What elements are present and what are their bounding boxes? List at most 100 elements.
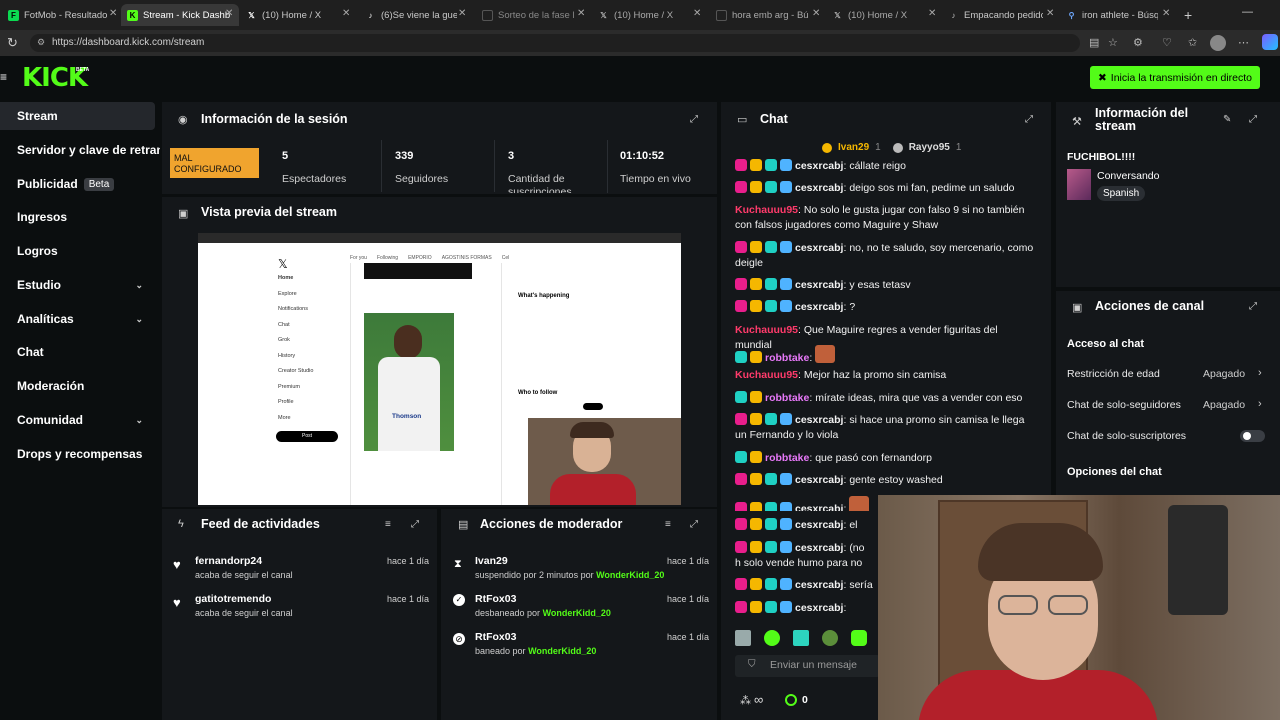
edit-icon[interactable]: ✎ bbox=[1223, 114, 1231, 125]
emote-icon[interactable] bbox=[793, 630, 809, 646]
close-icon[interactable]: ✕ bbox=[1162, 8, 1170, 19]
browser-tab[interactable]: 𝕏 (10) Home / X bbox=[246, 4, 346, 26]
filter-icon[interactable]: ≡ bbox=[385, 519, 391, 530]
activity-time: hace 1 día bbox=[387, 556, 430, 566]
category-thumbnail[interactable] bbox=[1067, 169, 1091, 200]
chat-username[interactable]: cesxrcabj bbox=[795, 474, 843, 486]
browser-tab[interactable]: 𝕏 (10) Home / X bbox=[832, 4, 924, 26]
chat-username[interactable]: cesxrcabj bbox=[795, 503, 843, 511]
reader-icon[interactable]: ▤ bbox=[1089, 36, 1099, 49]
sidebar-item-ads[interactable]: Publicidad Beta bbox=[0, 170, 155, 198]
chat-username[interactable]: cesxrcabj bbox=[795, 279, 843, 291]
close-icon[interactable]: ✕ bbox=[1046, 8, 1054, 19]
moderator-badge-icon bbox=[735, 541, 747, 553]
mod-target-user[interactable]: RtFox03 bbox=[475, 593, 516, 605]
setting-value[interactable]: Apagado bbox=[1203, 368, 1245, 380]
sidebar-item-community[interactable]: Comunidad ⌄ bbox=[0, 406, 155, 434]
minimize-icon[interactable]: — bbox=[1242, 6, 1253, 18]
chat-username[interactable]: Kuchauuu95 bbox=[735, 369, 798, 381]
emote-icon[interactable] bbox=[851, 630, 867, 646]
close-icon[interactable]: ✕ bbox=[458, 8, 466, 19]
url-input[interactable]: https://dashboard.kick.com/stream bbox=[30, 34, 1080, 52]
favorites-icon[interactable]: ✩ bbox=[1188, 36, 1197, 49]
moderator-badge-icon bbox=[735, 159, 747, 171]
sidebar-item-analytics[interactable]: Analíticas ⌄ bbox=[0, 305, 155, 333]
browser-tab[interactable]: hora emb arg - Búsq bbox=[716, 4, 808, 26]
browser-tab[interactable]: ♪(6)Se viene la guerra bbox=[365, 4, 458, 26]
chat-username[interactable]: robbtake bbox=[765, 352, 809, 364]
new-tab-icon[interactable]: + bbox=[1184, 7, 1192, 23]
browser-tab-active[interactable]: K Stream - Kick Dashb bbox=[121, 4, 239, 26]
close-icon[interactable]: ✕ bbox=[342, 8, 350, 19]
chat-username[interactable]: cesxrcabj bbox=[795, 301, 843, 313]
stream-preview-video[interactable]: 𝕏 Home Explore Notifications Chat Grok H… bbox=[198, 233, 681, 505]
emote-icon[interactable] bbox=[764, 630, 780, 646]
verified-badge-icon bbox=[780, 278, 792, 290]
sidebar-item-moderation[interactable]: Moderación bbox=[0, 372, 155, 400]
expand-icon[interactable]: ⤢ bbox=[690, 519, 698, 530]
chat-username[interactable]: cesxrcabj bbox=[795, 242, 843, 254]
users-icon[interactable]: ⁂ bbox=[740, 694, 751, 707]
activity-user[interactable]: fernandorp24 bbox=[195, 555, 262, 567]
expand-icon[interactable]: ⤢ bbox=[1249, 301, 1257, 312]
more-icon[interactable]: ⋯ bbox=[1238, 36, 1249, 49]
setting-value[interactable]: Apagado bbox=[1203, 399, 1245, 411]
expand-icon[interactable]: ⤢ bbox=[1025, 114, 1033, 125]
browser-tab[interactable]: ⚲ iron athlete - Búsqu bbox=[1066, 4, 1158, 26]
browser-tab[interactable]: Sorteo de la fase lig bbox=[482, 4, 574, 26]
sidebar-item-chat[interactable]: Chat bbox=[0, 338, 155, 366]
sidebar-item-drops[interactable]: Drops y recompensas bbox=[0, 440, 160, 468]
close-icon[interactable]: ✕ bbox=[577, 8, 585, 19]
mod-target-user[interactable]: Ivan29 bbox=[475, 555, 508, 567]
expand-icon[interactable]: ⤢ bbox=[411, 519, 419, 530]
mod-target-user[interactable]: RtFox03 bbox=[475, 631, 516, 643]
expand-icon[interactable]: ⤢ bbox=[1249, 114, 1257, 125]
sidebar-item-stream[interactable]: Stream bbox=[0, 102, 155, 130]
chat-username[interactable]: cesxrcabj bbox=[795, 542, 843, 554]
collections-icon[interactable]: ♡ bbox=[1162, 36, 1172, 49]
browser-tab[interactable]: 𝕏 (10) Home / X bbox=[598, 4, 698, 26]
sidebar-item-revenue[interactable]: Ingresos bbox=[0, 203, 155, 231]
close-icon[interactable]: ✕ bbox=[109, 8, 117, 19]
browser-tab[interactable]: F FotMob - Resultado bbox=[8, 4, 120, 26]
sidebar-item-achievements[interactable]: Logros bbox=[0, 237, 155, 265]
activity-user[interactable]: gatitotremendo bbox=[195, 593, 271, 605]
chat-username[interactable]: cesxrcabj bbox=[795, 519, 843, 531]
mod-actions-title: Acciones de moderador bbox=[480, 517, 623, 531]
emote-icon[interactable] bbox=[822, 630, 838, 646]
close-icon[interactable]: ✕ bbox=[928, 8, 936, 19]
browser-tab[interactable]: ♪ Empacando pedidos bbox=[948, 4, 1044, 26]
chevron-right-icon[interactable]: › bbox=[1258, 398, 1262, 410]
subscribers-only-toggle[interactable] bbox=[1240, 430, 1265, 442]
check-circle-icon: ✓ bbox=[453, 594, 465, 606]
chat-username[interactable]: cesxrcabj bbox=[795, 182, 843, 194]
chat-username[interactable]: cesxrcabj bbox=[795, 414, 843, 426]
close-icon[interactable]: ✕ bbox=[812, 8, 820, 19]
menu-icon[interactable]: ≡ bbox=[0, 70, 7, 84]
chat-username[interactable]: robbtake bbox=[765, 452, 809, 464]
sub-badge-icon bbox=[765, 578, 777, 590]
favorite-star-icon[interactable]: ☆ bbox=[1108, 36, 1118, 49]
chat-username[interactable]: Kuchauuu95 bbox=[735, 324, 798, 336]
chat-username[interactable]: cesxrcabj bbox=[795, 579, 843, 591]
close-icon[interactable]: ✕ bbox=[693, 8, 701, 19]
reload-icon[interactable]: ↻ bbox=[7, 35, 18, 51]
go-live-button[interactable]: ✖ Inicia la transmisión en directo bbox=[1090, 66, 1260, 89]
category-name[interactable]: Conversando bbox=[1097, 170, 1159, 182]
chat-username[interactable]: cesxrcabj bbox=[795, 602, 843, 614]
extensions-icon[interactable]: ⚙ bbox=[1133, 36, 1143, 49]
filter-icon[interactable]: ≡ bbox=[665, 519, 671, 530]
wrench-icon: ⚒ bbox=[1072, 116, 1082, 128]
sidebar-item-server-key[interactable]: Servidor y clave de retran bbox=[0, 136, 160, 164]
site-info-icon[interactable]: ⚙ bbox=[37, 37, 45, 48]
chat-username[interactable]: Kuchauuu95 bbox=[735, 204, 798, 216]
emote-icon[interactable] bbox=[735, 630, 751, 646]
expand-icon[interactable]: ⤢ bbox=[690, 114, 698, 125]
profile-avatar[interactable] bbox=[1210, 35, 1226, 51]
chat-username[interactable]: cesxrcabj bbox=[795, 160, 843, 172]
chevron-right-icon[interactable]: › bbox=[1258, 367, 1262, 379]
close-icon[interactable]: ✕ bbox=[225, 8, 233, 19]
sidebar-item-studio[interactable]: Estudio ⌄ bbox=[0, 271, 155, 299]
copilot-icon[interactable] bbox=[1262, 34, 1278, 50]
chat-username[interactable]: robbtake bbox=[765, 392, 809, 404]
